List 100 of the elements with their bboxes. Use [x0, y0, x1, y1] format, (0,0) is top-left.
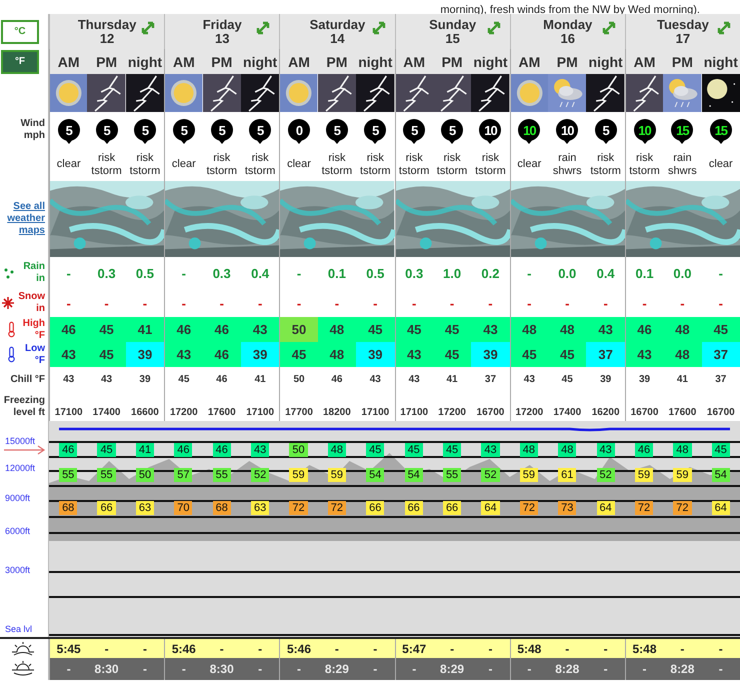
sunrise-time: -: [373, 642, 378, 656]
expand-icon[interactable]: [716, 20, 732, 36]
sunrise-time: -: [450, 642, 454, 656]
table-cell: 17600: [668, 407, 696, 418]
temperature-tag: 66: [366, 501, 384, 515]
weather-summary: clear: [56, 158, 81, 171]
day-heading: Sunday 15: [429, 18, 476, 46]
expand-icon[interactable]: [600, 20, 617, 36]
temperature-tag: 63: [136, 501, 154, 515]
table-cell: -: [527, 296, 532, 310]
table-cell: 45: [432, 317, 472, 342]
chill-label: Chill °F: [10, 374, 45, 386]
temperature-tag: 55: [442, 468, 462, 482]
period-label: AM: [403, 54, 426, 70]
table-cell: 41: [126, 317, 164, 342]
table-cell: 0.3: [98, 266, 116, 280]
sunrise-time: -: [220, 642, 224, 656]
table-cell: 46: [202, 342, 241, 367]
table-cell: 41: [254, 374, 266, 385]
table-cell: -: [450, 296, 454, 310]
table-cell: 17600: [208, 407, 236, 418]
wind-speed: 5: [58, 119, 80, 141]
arrow-icon: [102, 138, 112, 144]
temperature-tag: 54: [404, 468, 423, 482]
table-cell: 39: [356, 342, 394, 367]
period-label: PM: [672, 54, 693, 70]
sunrise-time: 5:46: [287, 642, 312, 656]
altitude-label: 3000ft: [5, 565, 30, 575]
table-cell: 0.0: [673, 266, 692, 280]
temperature-tag: 54: [366, 468, 384, 482]
weather-summary: clear: [287, 158, 311, 171]
weather-maps-link[interactable]: See all weather maps: [1, 201, 45, 237]
table-cell: 48: [663, 342, 702, 367]
day-heading: Monday 16: [543, 18, 592, 46]
table-cell: 16600: [131, 407, 159, 418]
table-cell: -: [220, 296, 224, 310]
table-cell: 48: [318, 342, 356, 367]
sunrise-time: 5:46: [172, 642, 196, 656]
temperature-tag: 45: [97, 443, 116, 457]
arrow-icon: [409, 138, 420, 144]
table-cell: -: [296, 296, 302, 310]
arrow-icon: [370, 138, 380, 144]
table-cell: -: [412, 296, 416, 310]
sunrise-time: -: [104, 642, 109, 656]
wind-speed: 5: [134, 119, 156, 141]
table-cell: 17200: [438, 407, 466, 418]
table-cell: -: [334, 296, 340, 310]
period-label: night: [243, 54, 278, 70]
sunrise-time: -: [718, 642, 723, 656]
table-cell: 0.0: [558, 266, 576, 280]
fahrenheit-button[interactable]: °F: [1, 50, 39, 74]
period-label: PM: [96, 54, 118, 70]
period-label: PM: [442, 54, 463, 70]
table-cell: -: [373, 296, 378, 310]
sunset-time: -: [642, 662, 647, 676]
table-cell: -: [565, 296, 570, 310]
sunset-time: -: [488, 662, 492, 676]
expand-icon[interactable]: [255, 20, 272, 36]
weather-summary: clear: [172, 158, 196, 171]
wind-speed: 5: [403, 119, 426, 141]
snow-label: Snow in: [17, 291, 45, 315]
expand-icon[interactable]: [486, 20, 502, 36]
temperature-tag: 48: [558, 443, 576, 457]
period-label: AM: [172, 54, 195, 70]
expand-icon[interactable]: [370, 20, 386, 36]
temperature-tag: 43: [251, 443, 270, 457]
table-cell: 0.5: [366, 266, 384, 280]
temperature-tag: 50: [136, 468, 154, 482]
snowflake-icon: [2, 297, 14, 309]
temperature-tag: 70: [174, 501, 192, 515]
table-cell: 46: [216, 374, 228, 385]
table-cell: 43: [586, 317, 625, 342]
low-label: Low °F: [24, 342, 45, 366]
period-label: AM: [634, 54, 656, 70]
temperature-tag: 72: [289, 501, 308, 515]
celsius-button[interactable]: °C: [1, 20, 39, 44]
table-cell: 17400: [92, 407, 120, 418]
table-cell: 0.2: [481, 266, 500, 280]
sunset-time: 8:28: [555, 662, 580, 676]
altitude-label: 9000ft: [5, 493, 30, 503]
weather-summary: risk tstorm: [244, 152, 276, 178]
sunset-time: 8:29: [324, 662, 349, 676]
temperature-tag: 52: [481, 468, 500, 482]
arrow-icon: [255, 138, 266, 144]
table-cell: 50: [279, 317, 318, 342]
table-cell: 43: [394, 342, 433, 367]
arrow-icon: [716, 138, 726, 144]
sunset-time: -: [297, 662, 302, 676]
table-cell: 48: [318, 317, 356, 342]
table-cell: -: [142, 296, 148, 310]
temperature-tag: 45: [712, 443, 730, 457]
table-cell: 16700: [630, 407, 658, 418]
table-cell: 46: [164, 317, 203, 342]
table-cell: -: [182, 296, 186, 310]
table-cell: 39: [638, 374, 650, 385]
table-cell: 17400: [553, 407, 582, 418]
expand-icon[interactable]: [140, 20, 156, 36]
wind-speed: 5: [594, 119, 617, 141]
altitude-label: 15000ft: [5, 436, 36, 446]
wind-label: Wind mph: [20, 118, 45, 142]
